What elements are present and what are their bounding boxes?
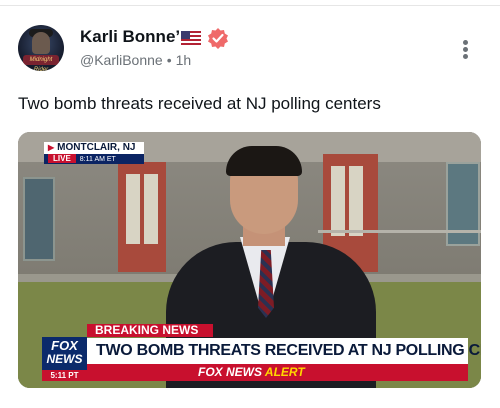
location-label: ▶ MONTCLAIR, NJ	[44, 142, 144, 154]
play-arrow-icon: ▶	[48, 143, 55, 152]
more-dot	[463, 54, 468, 59]
avatar-figure	[32, 32, 50, 54]
avatar-caption: Midnight Rider	[29, 57, 53, 71]
scene-window	[23, 177, 55, 261]
us-flag-icon	[181, 31, 201, 45]
alert-text: FOX NEWS ALERT	[198, 364, 305, 381]
live-time: 8:11 AM ET	[79, 156, 116, 163]
post-text: Two bomb threats received at NJ polling …	[18, 94, 381, 113]
alert-brand: FOX NEWS	[198, 365, 263, 379]
more-dot	[463, 47, 468, 52]
author-name[interactable]: Karli Bonne’	[80, 27, 180, 47]
logo-time: 5:11 PT	[42, 370, 87, 381]
breaking-news-label: BREAKING NEWS	[87, 324, 213, 337]
logo-fox-text: FOX	[51, 338, 78, 353]
meta-separator: •	[166, 52, 172, 68]
author-handle[interactable]: @KarliBonne	[80, 52, 163, 68]
fox-news-logo: FOX NEWS 5:11 PT	[42, 337, 87, 381]
reporter-hair	[226, 146, 302, 176]
logo-news-text: NEWS	[46, 352, 83, 366]
alert-word: ALERT	[264, 365, 305, 379]
handle-row: @KarliBonne • 1h	[80, 52, 191, 68]
more-dot	[463, 40, 468, 45]
news-headline: TWO BOMB THREATS RECEIVED AT NJ POLLING …	[87, 338, 481, 364]
verified-badge-icon	[208, 28, 228, 49]
location-text: MONTCLAIR, NJ	[57, 142, 136, 153]
top-divider	[0, 5, 500, 6]
more-options-icon[interactable]	[459, 38, 473, 60]
scene-red-door	[118, 162, 166, 272]
video-frame[interactable]: ▶ MONTCLAIR, NJ LIVE 8:11 AM ET BREAKING N…	[18, 132, 481, 388]
live-badge: LIVE	[48, 154, 76, 163]
post-time[interactable]: 1h	[176, 52, 192, 68]
location-bug: ▶ MONTCLAIR, NJ LIVE 8:11 AM ET	[44, 142, 144, 164]
avatar[interactable]: Midnight Rider	[18, 25, 64, 71]
live-strip: LIVE 8:11 AM ET	[44, 154, 144, 164]
